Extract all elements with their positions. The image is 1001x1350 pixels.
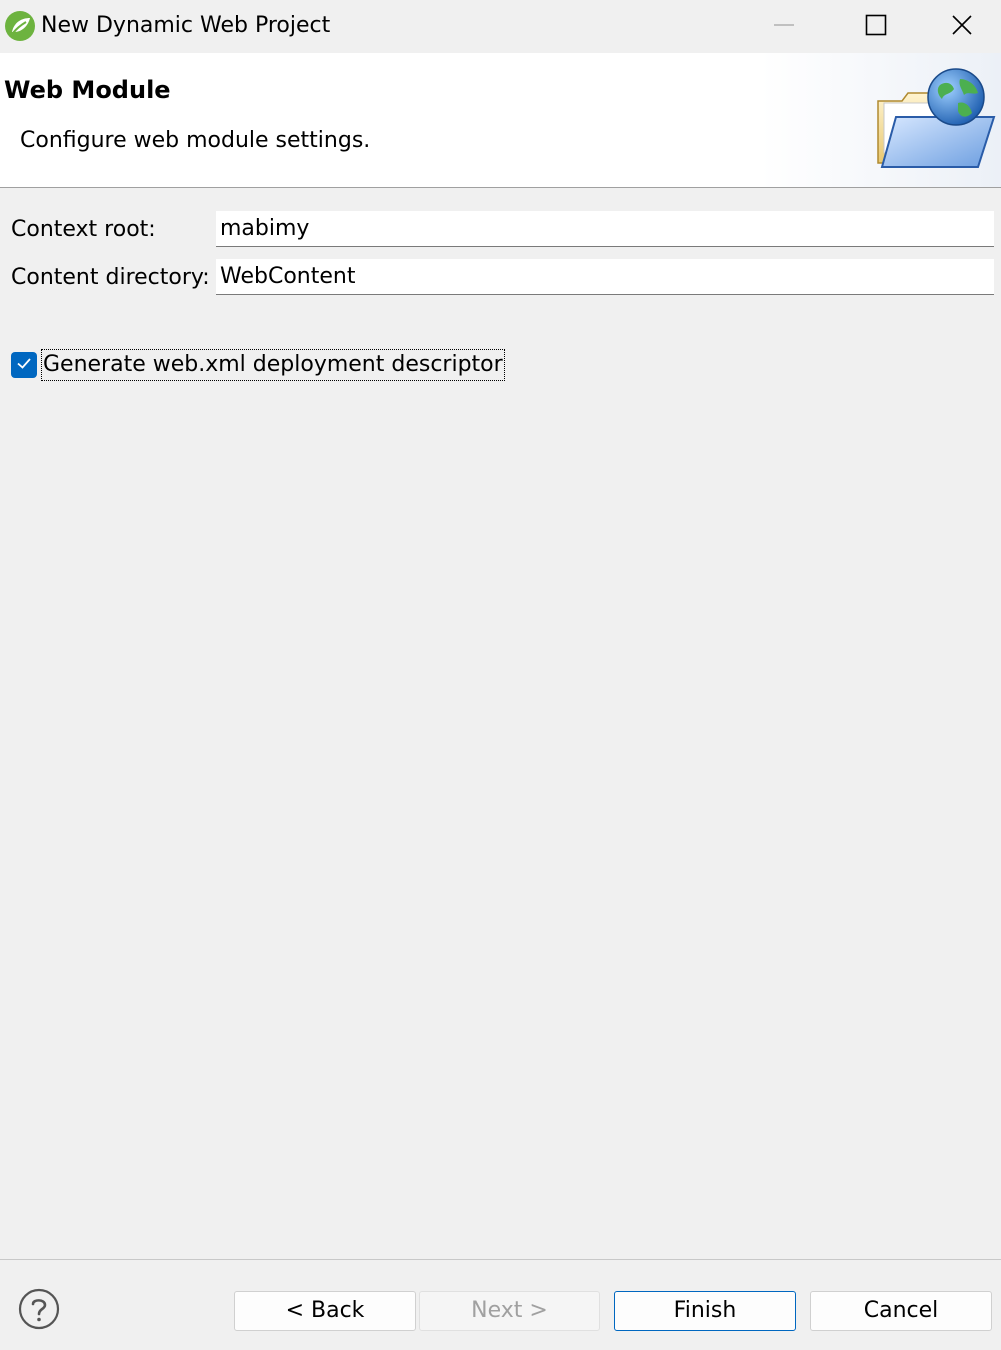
page-description: Configure web module settings. [20, 128, 371, 153]
generate-webxml-label[interactable]: Generate web.xml deployment descriptor [41, 349, 505, 381]
banner-separator [0, 187, 1001, 188]
help-icon [18, 1288, 60, 1334]
context-root-input[interactable] [216, 211, 994, 247]
wizard-banner: Web Module Configure web module settings… [0, 53, 1001, 187]
window-title: New Dynamic Web Project [41, 13, 331, 38]
back-button[interactable]: < Back [234, 1291, 416, 1331]
context-root-label-text: Context root: [11, 217, 156, 242]
context-root-label: Context root: [11, 215, 156, 245]
content-directory-input[interactable] [216, 259, 994, 295]
page-title: Web Module [4, 76, 171, 104]
spring-leaf-icon [4, 10, 36, 42]
cancel-button[interactable]: Cancel [810, 1291, 992, 1331]
minimize-button[interactable] [738, 0, 830, 53]
content-directory-label-text: Content directory: [11, 265, 210, 290]
checkmark-icon [15, 354, 33, 376]
generate-webxml-option[interactable]: Generate web.xml deployment descriptor [11, 348, 505, 382]
finish-button[interactable]: Finish [614, 1291, 796, 1331]
next-button[interactable]: Next > [419, 1291, 600, 1331]
help-button[interactable] [18, 1288, 60, 1330]
close-icon [951, 14, 973, 40]
web-folder-globe-icon [872, 67, 998, 179]
maximize-button[interactable] [830, 0, 922, 53]
generate-webxml-checkbox[interactable] [11, 352, 37, 378]
footer-separator [0, 1259, 1001, 1260]
minimize-icon [773, 14, 795, 40]
content-directory-label: Content directory: [11, 263, 210, 293]
new-dynamic-web-project-dialog: New Dynamic Web Project Web Module Confi… [0, 0, 1001, 1350]
maximize-icon [865, 14, 887, 40]
title-bar[interactable]: New Dynamic Web Project [0, 0, 1001, 53]
close-button[interactable] [922, 0, 1001, 53]
